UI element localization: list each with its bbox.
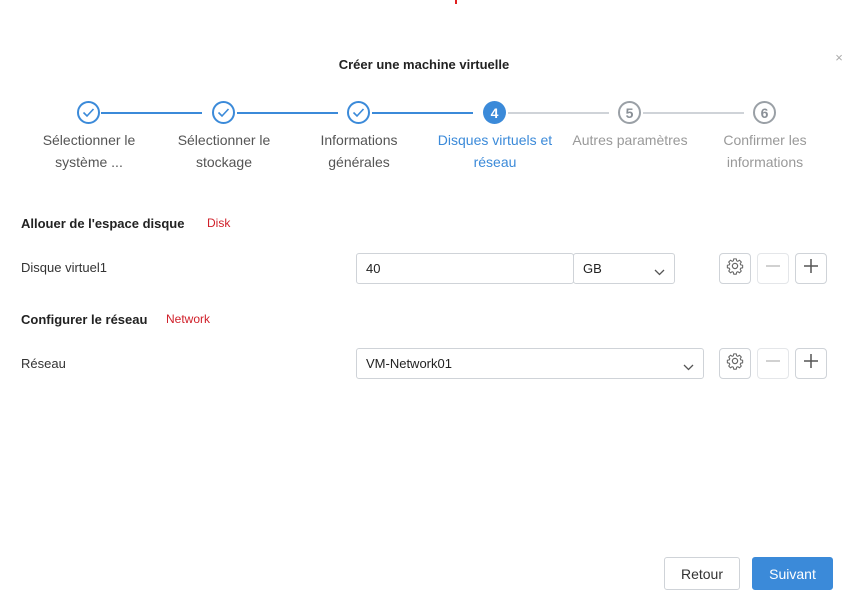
stepper: Sélectionner le système ... Sélectionner … <box>0 100 848 180</box>
step-3-check-icon <box>347 101 370 124</box>
virtual-disk-label: Disque virtuel1 <box>21 260 107 275</box>
top-indicator <box>455 0 457 4</box>
minus-icon <box>764 257 782 280</box>
step-5-number: 5 <box>618 101 641 124</box>
network-section-tag: Network <box>166 312 211 326</box>
disk-add-button[interactable] <box>795 253 827 284</box>
step-1-label: Sélectionner le système ... <box>42 132 136 170</box>
network-select[interactable]: VM-Network01 <box>356 348 704 379</box>
step-connector <box>508 112 609 114</box>
step-2-label: Sélectionner le stockage <box>177 132 271 170</box>
disk-settings-button[interactable] <box>719 253 751 284</box>
disk-unit-select[interactable]: GB <box>573 253 675 284</box>
disk-size-value: 40 <box>366 261 381 276</box>
step-connector <box>643 112 744 114</box>
step-6-number: 6 <box>753 101 776 124</box>
step-3-label: Informations générales <box>320 132 398 170</box>
network-add-button[interactable] <box>795 348 827 379</box>
gear-icon <box>726 352 744 375</box>
step-6-label: Confirmer les informations <box>723 132 807 170</box>
plus-icon <box>802 352 820 375</box>
step-connector <box>101 112 202 114</box>
step-connector <box>237 112 338 114</box>
back-button[interactable]: Retour <box>664 557 740 590</box>
step-4-label: Disques virtuels et réseau <box>437 132 553 170</box>
chevron-down-icon <box>683 359 694 374</box>
step-2-check-icon <box>212 101 235 124</box>
step-1-check-icon <box>77 101 100 124</box>
disk-remove-button[interactable] <box>757 253 789 284</box>
network-label: Réseau <box>21 356 66 371</box>
step-connector <box>372 112 473 114</box>
network-remove-button[interactable] <box>757 348 789 379</box>
next-button[interactable]: Suivant <box>752 557 833 590</box>
chevron-down-icon <box>654 264 665 279</box>
step-4-number: 4 <box>483 101 506 124</box>
gear-icon <box>726 257 744 280</box>
network-settings-button[interactable] <box>719 348 751 379</box>
disk-section-tag: Disk <box>207 216 231 230</box>
dialog-title: Créer une machine virtuelle <box>338 57 510 72</box>
network-section-title: Configurer le réseau <box>21 312 148 327</box>
disk-unit-value: GB <box>583 261 602 276</box>
plus-icon <box>802 257 820 280</box>
disk-size-input[interactable]: 40 <box>356 253 574 284</box>
minus-icon <box>764 352 782 375</box>
network-value: VM-Network01 <box>366 356 452 371</box>
step-5-label: Autres paramètres <box>572 132 688 148</box>
disk-section-title: Allouer de l'espace disque <box>21 216 185 231</box>
close-icon[interactable]: × <box>832 51 846 65</box>
